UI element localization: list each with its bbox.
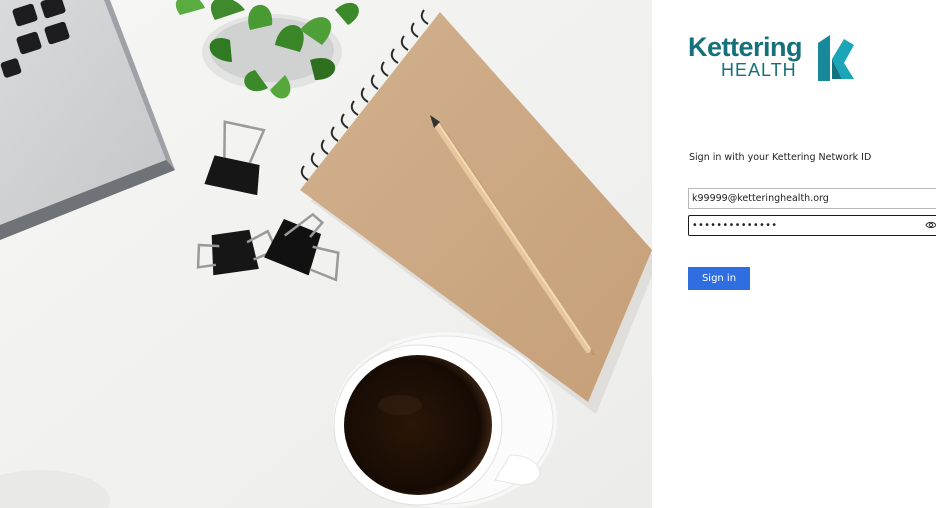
sign-in-button[interactable]: Sign in	[688, 267, 750, 290]
password-field[interactable]	[688, 215, 936, 236]
hero-photo	[0, 0, 652, 508]
signin-panel: Kettering HEALTH Sign in with your Kette…	[652, 0, 936, 508]
signin-prompt: Sign in with your Kettering Network ID	[689, 152, 872, 163]
email-field[interactable]	[688, 188, 936, 209]
coffee-cup	[333, 332, 557, 508]
logo-k-icon	[818, 35, 854, 81]
kettering-health-logo: Kettering HEALTH	[688, 32, 868, 84]
eye-icon[interactable]	[925, 219, 936, 231]
logo-subtitle: HEALTH	[721, 60, 797, 80]
logo-wordmark: Kettering	[688, 32, 803, 62]
signin-page: Kettering HEALTH Sign in with your Kette…	[0, 0, 936, 508]
